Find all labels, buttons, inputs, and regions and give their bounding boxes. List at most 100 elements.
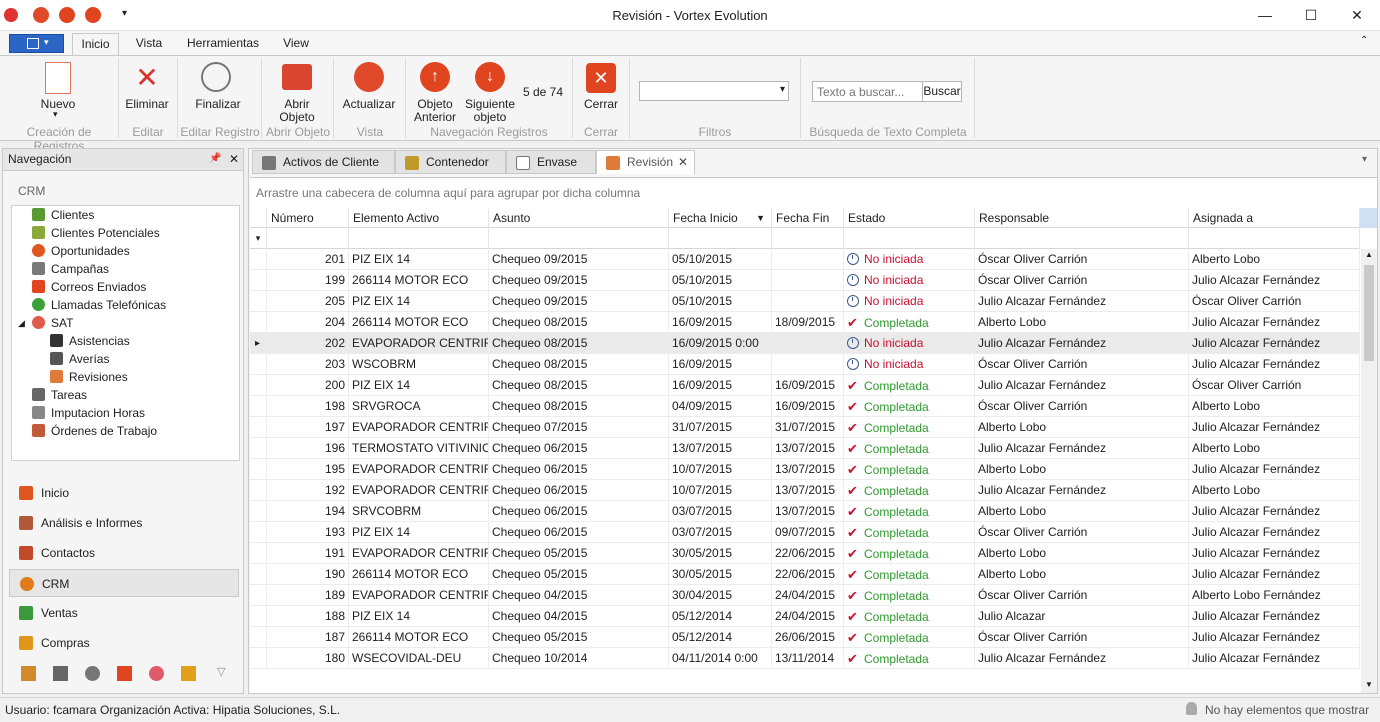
table-cell[interactable]: 13/07/2015 bbox=[669, 438, 772, 459]
tab-envase[interactable]: Envase bbox=[506, 150, 596, 174]
table-cell[interactable]: Alberto Lobo bbox=[975, 459, 1189, 480]
table-cell[interactable]: 16/09/2015 bbox=[669, 375, 772, 396]
table-cell[interactable]: 04/11/2014 0:00 bbox=[669, 648, 772, 669]
table-cell[interactable]: Alberto Lobo bbox=[1189, 480, 1360, 501]
table-cell[interactable]: 180 bbox=[267, 648, 349, 669]
table-cell[interactable]: 191 bbox=[267, 543, 349, 564]
table-cell[interactable]: Chequeo 09/2015 bbox=[489, 270, 669, 291]
filter-fecha-fin[interactable] bbox=[772, 228, 844, 249]
table-cell[interactable]: Julio Alcazar Fernández bbox=[975, 648, 1189, 669]
table-cell[interactable]: Chequeo 10/2014 bbox=[489, 648, 669, 669]
table-row[interactable]: 197 EVAPORADOR CENTRIF. Chequeo 07/2015 31/… bbox=[250, 417, 1360, 438]
row-indicator[interactable] bbox=[250, 606, 267, 627]
col-asignada[interactable]: Asignada a bbox=[1189, 208, 1360, 228]
table-cell[interactable]: ✔ Completada bbox=[844, 564, 975, 585]
table-cell[interactable]: 204 bbox=[267, 312, 349, 333]
finalizar-button[interactable]: Finalizar bbox=[188, 98, 248, 111]
table-cell[interactable]: Julio Alcazar Fernández bbox=[975, 480, 1189, 501]
close-icon[interactable]: ✕ bbox=[229, 152, 239, 166]
table-row[interactable]: 180 WSECOVIDAL-DEU Chequeo 10/2014 04/11/20… bbox=[250, 648, 1360, 669]
table-cell[interactable]: 202 bbox=[267, 333, 349, 354]
col-responsable[interactable]: Responsable bbox=[975, 208, 1189, 228]
nav-button-inicio[interactable]: Inicio bbox=[9, 479, 239, 507]
table-cell[interactable]: Chequeo 09/2015 bbox=[489, 249, 669, 270]
table-cell[interactable]: PIZ EIX 14 bbox=[349, 522, 489, 543]
table-cell[interactable]: Julio Alcazar Fernández bbox=[1189, 522, 1360, 543]
table-cell[interactable]: 195 bbox=[267, 459, 349, 480]
table-cell[interactable]: 31/07/2015 bbox=[772, 417, 844, 438]
table-cell[interactable]: 266114 MOTOR ECO bbox=[349, 270, 489, 291]
table-row[interactable]: 195 EVAPORADOR CENTRIF. Chequeo 06/2015 10/… bbox=[250, 459, 1360, 480]
table-cell[interactable]: 16/09/2015 bbox=[669, 354, 772, 375]
filter-elemento[interactable] bbox=[349, 228, 489, 249]
table-cell[interactable]: 198 bbox=[267, 396, 349, 417]
table-cell[interactable]: Julio Alcazar Fernández bbox=[1189, 354, 1360, 375]
table-cell[interactable]: Julio Alcazar Fernández bbox=[975, 375, 1189, 396]
tree-item-clientes-potenciales[interactable]: Clientes Potenciales bbox=[32, 224, 160, 242]
scroll-down-icon[interactable]: ▼ bbox=[1365, 680, 1373, 689]
box-icon[interactable] bbox=[21, 666, 36, 681]
tree-item-oportunidades[interactable]: Oportunidades bbox=[32, 242, 130, 260]
table-cell[interactable]: Alberto Lobo bbox=[975, 564, 1189, 585]
tree-item-asistencias[interactable]: Asistencias bbox=[50, 332, 130, 350]
table-cell[interactable]: 16/09/2015 bbox=[669, 312, 772, 333]
table-cell[interactable]: 24/04/2015 bbox=[772, 606, 844, 627]
table-cell[interactable]: Julio Alcazar Fernández bbox=[975, 333, 1189, 354]
col-elemento-activo[interactable]: Elemento Activo bbox=[349, 208, 489, 228]
nav-button-analisis[interactable]: Análisis e Informes bbox=[9, 509, 239, 537]
filter-estado[interactable] bbox=[844, 228, 975, 249]
nav-button-ventas[interactable]: Ventas bbox=[9, 599, 239, 627]
table-cell[interactable]: 22/06/2015 bbox=[772, 543, 844, 564]
row-indicator[interactable] bbox=[250, 312, 267, 333]
table-cell[interactable]: 10/07/2015 bbox=[669, 459, 772, 480]
table-cell[interactable]: 205 bbox=[267, 291, 349, 312]
table-cell[interactable]: Chequeo 06/2015 bbox=[489, 522, 669, 543]
actualizar-button[interactable]: Actualizar bbox=[338, 98, 400, 111]
table-cell[interactable]: No iniciada bbox=[844, 249, 975, 270]
table-cell[interactable]: ✔ Completada bbox=[844, 648, 975, 669]
table-cell[interactable]: Julio Alcazar Fernández bbox=[1189, 627, 1360, 648]
filter-fecha-inicio[interactable] bbox=[669, 228, 772, 249]
table-cell[interactable]: Alberto Lobo bbox=[975, 501, 1189, 522]
table-cell[interactable]: 30/05/2015 bbox=[669, 564, 772, 585]
table-cell[interactable]: No iniciada bbox=[844, 270, 975, 291]
table-cell[interactable]: 05/12/2014 bbox=[669, 627, 772, 648]
table-cell[interactable]: No iniciada bbox=[844, 354, 975, 375]
tabs-dropdown-icon[interactable]: ▾ bbox=[1362, 154, 1367, 165]
table-row[interactable]: 205 PIZ EIX 14 Chequeo 09/2015 05/10/2015 No… bbox=[250, 291, 1360, 312]
table-cell[interactable] bbox=[772, 354, 844, 375]
table-cell[interactable] bbox=[772, 249, 844, 270]
table-cell[interactable]: 197 bbox=[267, 417, 349, 438]
chevron-down-icon[interactable]: ▽ bbox=[217, 665, 225, 678]
col-numero[interactable]: Número bbox=[267, 208, 349, 228]
table-cell[interactable]: Óscar Oliver Carrión bbox=[1189, 375, 1360, 396]
table-cell[interactable]: PIZ EIX 14 bbox=[349, 249, 489, 270]
table-cell[interactable]: Julio Alcazar Fernández bbox=[975, 291, 1189, 312]
table-cell[interactable]: ✔ Completada bbox=[844, 480, 975, 501]
table-cell[interactable]: 194 bbox=[267, 501, 349, 522]
table-cell[interactable]: ✔ Completada bbox=[844, 543, 975, 564]
table-cell[interactable]: 09/07/2015 bbox=[772, 522, 844, 543]
table-cell[interactable]: WSCOBRM bbox=[349, 354, 489, 375]
table-cell[interactable]: 199 bbox=[267, 270, 349, 291]
table-cell[interactable]: 30/04/2015 bbox=[669, 585, 772, 606]
tree-item-revisiones[interactable]: Revisiones bbox=[50, 368, 128, 386]
table-cell[interactable]: Chequeo 07/2015 bbox=[489, 417, 669, 438]
cerrar-button[interactable]: Cerrar bbox=[576, 98, 626, 111]
row-indicator[interactable] bbox=[250, 249, 267, 270]
col-estado[interactable]: Estado bbox=[844, 208, 975, 228]
table-cell[interactable]: Chequeo 06/2015 bbox=[489, 480, 669, 501]
table-cell[interactable]: Chequeo 05/2015 bbox=[489, 564, 669, 585]
row-indicator[interactable] bbox=[250, 291, 267, 312]
row-indicator[interactable] bbox=[250, 375, 267, 396]
table-cell[interactable]: 04/09/2015 bbox=[669, 396, 772, 417]
table-cell[interactable]: Chequeo 05/2015 bbox=[489, 627, 669, 648]
table-cell[interactable]: 203 bbox=[267, 354, 349, 375]
tab-revision[interactable]: Revisión ✕ bbox=[596, 150, 695, 174]
table-cell[interactable]: ✔ Completada bbox=[844, 501, 975, 522]
app-menu-button[interactable]: ▾ bbox=[9, 34, 64, 53]
table-cell[interactable]: 18/09/2015 bbox=[772, 312, 844, 333]
table-cell[interactable]: Julio Alcazar Fernández bbox=[1189, 606, 1360, 627]
table-cell[interactable]: Alberto Lobo bbox=[975, 417, 1189, 438]
table-cell[interactable]: Alberto Lobo bbox=[975, 543, 1189, 564]
